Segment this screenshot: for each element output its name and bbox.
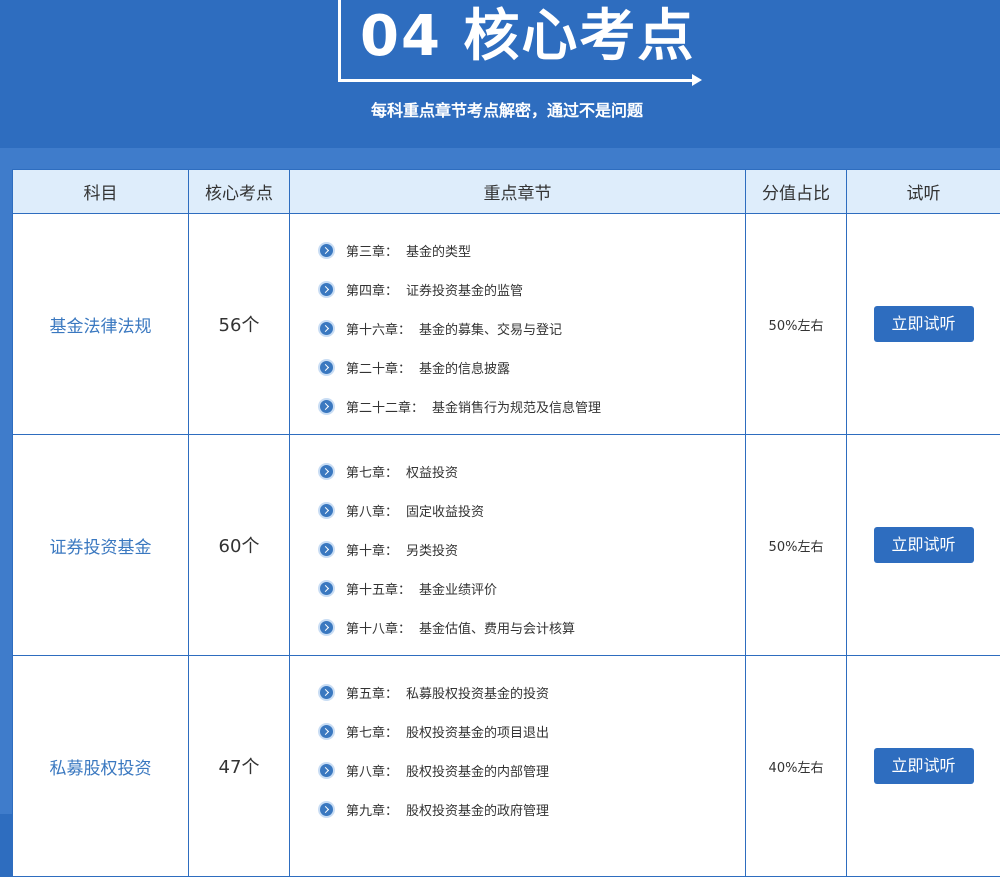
column-header-score-ratio: 分值占比 [746,170,847,214]
chapter-name: 基金销售行为规范及信息管理 [432,397,601,416]
chapter-number: 第七章： [346,462,398,481]
chapter-name: 股权投资基金的项目退出 [406,722,549,741]
title-frame-horizontal-line [338,79,694,82]
score-ratio-cell: 40%左右 [746,656,847,877]
chapter-item[interactable]: 第十六章： 基金的募集、交易与登记 [318,309,745,348]
subject-cell: 基金法律法规 [13,214,189,435]
chapter-number: 第七章： [346,722,398,741]
chevron-right-circle-icon [318,619,335,636]
table-row: 私募股权投资 47个 第五章： 私募股权投资基金的投资 第七章： 股权投资基金的… [13,656,1000,877]
chevron-right-circle-icon [318,762,335,779]
chapter-number: 第二十章： [346,358,411,377]
page-title: 04 核心考点 [360,2,695,72]
chevron-right-circle-icon [318,320,335,337]
chapter-item[interactable]: 第五章： 私募股权投资基金的投资 [318,673,745,712]
chapter-item[interactable]: 第二十章： 基金的信息披露 [318,348,745,387]
chapters-cell: 第三章： 基金的类型 第四章： 证券投资基金的监管 第十六章： 基金的募集、交易… [290,214,746,435]
chapter-item[interactable]: 第九章： 股权投资基金的政府管理 [318,790,745,829]
chapters-cell: 第七章： 权益投资 第八章： 固定收益投资 第十章： 另类投资 [290,435,746,656]
chevron-right-circle-icon [318,541,335,558]
table-row: 基金法律法规 56个 第三章： 基金的类型 第四章： 证券投资基金的监管 [13,214,1000,435]
subject-cell: 证券投资基金 [13,435,189,656]
try-listen-button[interactable]: 立即试听 [874,748,974,784]
core-count-cell: 60个 [189,435,290,656]
subject-cell: 私募股权投资 [13,656,189,877]
chapters-cell: 第五章： 私募股权投资基金的投资 第七章： 股权投资基金的项目退出 第八章： 股… [290,656,746,877]
chapter-number: 第二十二章： [346,397,424,416]
chapter-number: 第十八章： [346,618,411,637]
chapter-number: 第四章： [346,280,398,299]
chevron-right-circle-icon [318,463,335,480]
chapter-item[interactable]: 第十五章： 基金业绩评价 [318,569,745,608]
chapter-number: 第十章： [346,540,398,559]
chapter-item[interactable]: 第三章： 基金的类型 [318,231,745,270]
chapter-name: 股权投资基金的政府管理 [406,800,549,819]
chevron-right-circle-icon [318,242,335,259]
chevron-right-circle-icon [318,801,335,818]
chapter-name: 基金的募集、交易与登记 [419,319,562,338]
arrow-right-icon [692,74,702,86]
chevron-right-circle-icon [318,359,335,376]
trial-cell: 立即试听 [847,656,1000,877]
chevron-right-circle-icon [318,684,335,701]
chapter-name: 证券投资基金的监管 [406,280,523,299]
chapter-item[interactable]: 第七章： 股权投资基金的项目退出 [318,712,745,751]
chevron-right-circle-icon [318,398,335,415]
chapter-name: 基金估值、费用与会计核算 [419,618,575,637]
chapter-name: 基金的信息披露 [419,358,510,377]
score-ratio-cell: 50%左右 [746,435,847,656]
chevron-right-circle-icon [318,281,335,298]
chapter-name: 私募股权投资基金的投资 [406,683,549,702]
chapter-list: 第七章： 权益投资 第八章： 固定收益投资 第十章： 另类投资 [290,435,745,655]
chapter-number: 第九章： [346,800,398,819]
core-count-cell: 56个 [189,214,290,435]
chapter-number: 第十五章： [346,579,411,598]
chapter-name: 固定收益投资 [406,501,484,520]
chevron-right-circle-icon [318,580,335,597]
chapter-name: 另类投资 [406,540,458,559]
score-ratio-cell: 50%左右 [746,214,847,435]
chapter-name: 基金的类型 [406,241,471,260]
table-header-row: 科目 核心考点 重点章节 分值占比 试听 [13,170,1000,214]
chapter-number: 第八章： [346,501,398,520]
column-header-core-points: 核心考点 [189,170,290,214]
chevron-right-circle-icon [318,723,335,740]
chapter-item[interactable]: 第八章： 固定收益投资 [318,491,745,530]
try-listen-button[interactable]: 立即试听 [874,306,974,342]
chapter-number: 第十六章： [346,319,411,338]
chapter-name: 权益投资 [406,462,458,481]
try-listen-button[interactable]: 立即试听 [874,527,974,563]
chapter-name: 股权投资基金的内部管理 [406,761,549,780]
core-count-cell: 47个 [189,656,290,877]
header-banner: 04 核心考点 每科重点章节考点解密，通过不是问题 [0,0,1000,148]
chapter-list: 第三章： 基金的类型 第四章： 证券投资基金的监管 第十六章： 基金的募集、交易… [290,214,745,434]
chapter-item[interactable]: 第二十二章： 基金销售行为规范及信息管理 [318,387,745,426]
chapter-item[interactable]: 第十八章： 基金估值、费用与会计核算 [318,608,745,647]
chevron-right-circle-icon [318,502,335,519]
core-points-table: 科目 核心考点 重点章节 分值占比 试听 基金法律法规 56个 第三章： 基金的… [12,169,1000,877]
page-subtitle: 每科重点章节考点解密，通过不是问题 [0,97,1000,121]
title-frame: 04 核心考点 [338,0,703,90]
chapter-item[interactable]: 第七章： 权益投资 [318,452,745,491]
column-header-subject: 科目 [13,170,189,214]
chapter-number: 第三章： [346,241,398,260]
chapter-number: 第八章： [346,761,398,780]
title-frame-vertical-line [338,0,341,82]
trial-cell: 立即试听 [847,214,1000,435]
trial-cell: 立即试听 [847,435,1000,656]
chapter-item[interactable]: 第八章： 股权投资基金的内部管理 [318,751,745,790]
chapter-item[interactable]: 第四章： 证券投资基金的监管 [318,270,745,309]
chapter-number: 第五章： [346,683,398,702]
column-header-trial: 试听 [847,170,1000,214]
table-row: 证券投资基金 60个 第七章： 权益投资 第八章： 固定收益投资 [13,435,1000,656]
chapter-name: 基金业绩评价 [419,579,497,598]
chapter-item[interactable]: 第十章： 另类投资 [318,530,745,569]
chapter-list: 第五章： 私募股权投资基金的投资 第七章： 股权投资基金的项目退出 第八章： 股… [290,656,745,876]
column-header-key-chapters: 重点章节 [290,170,746,214]
